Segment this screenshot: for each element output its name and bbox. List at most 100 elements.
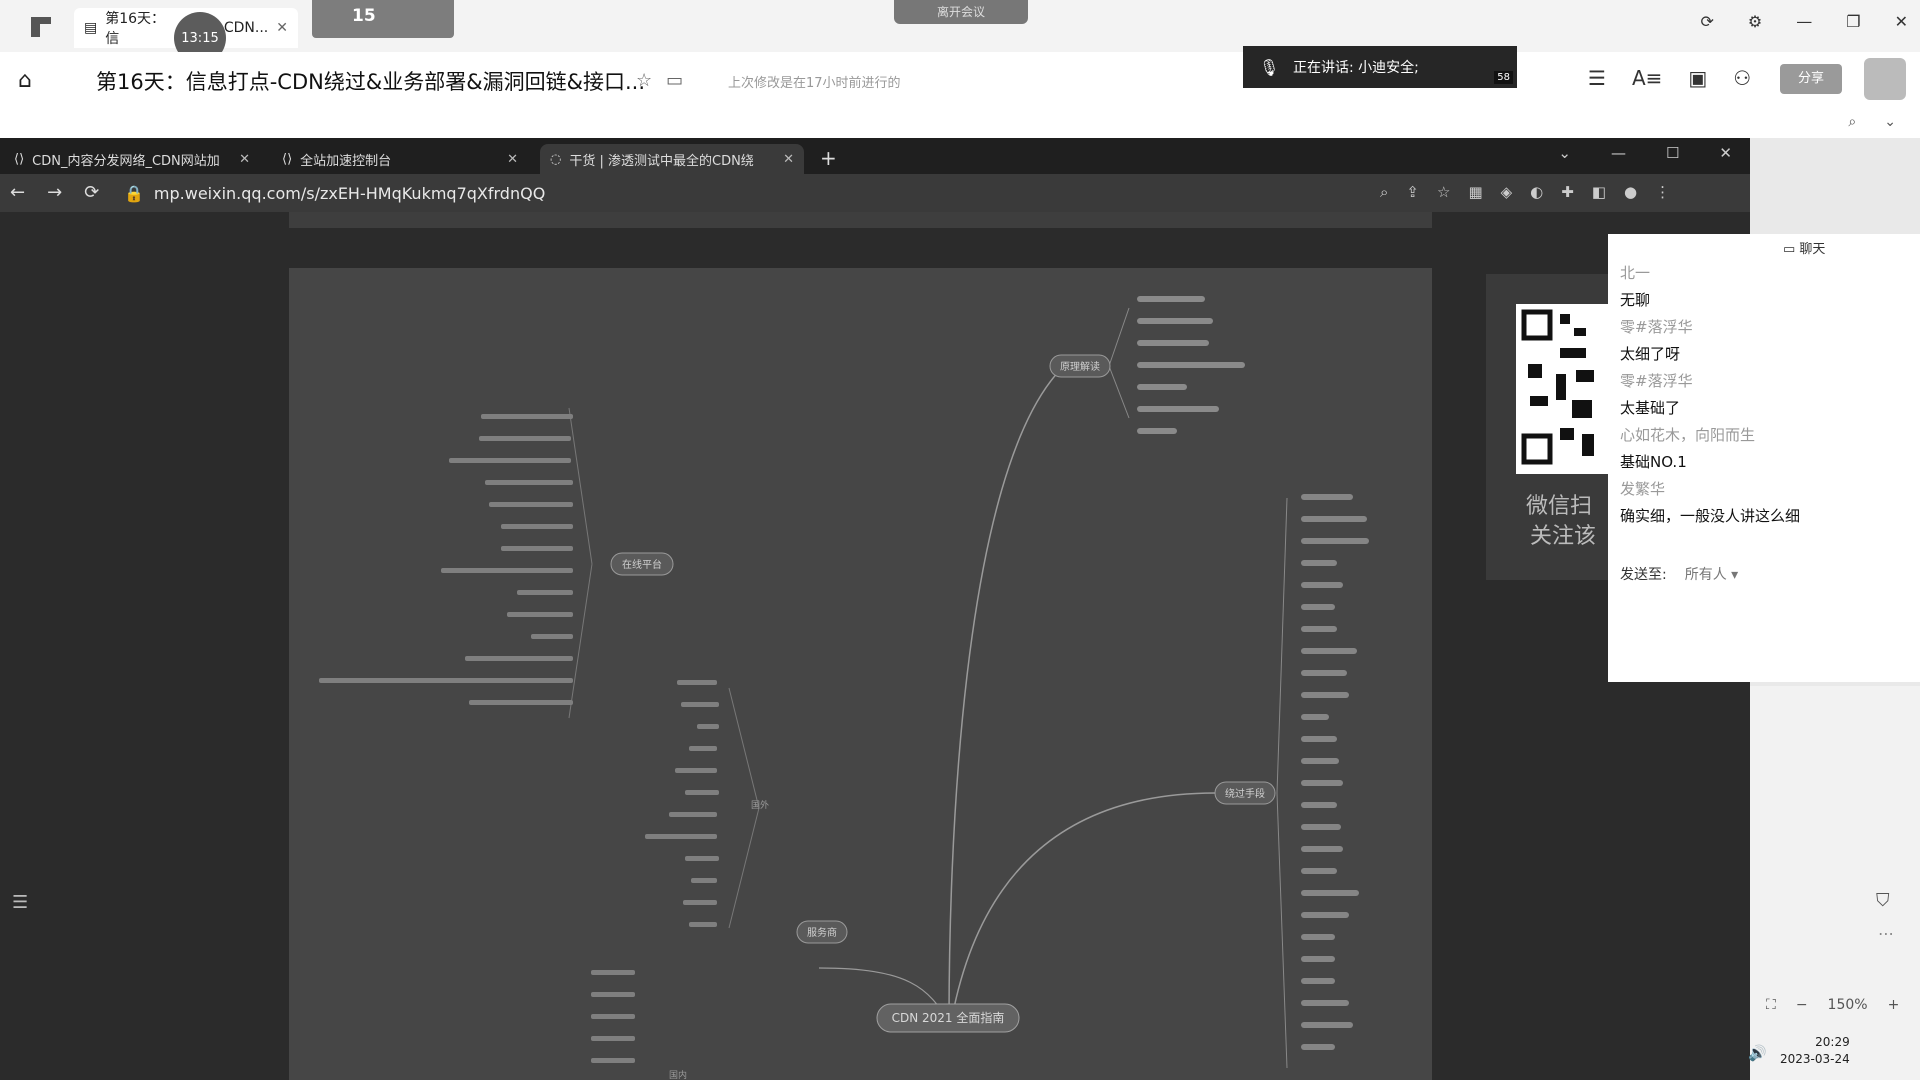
app-logo-icon[interactable] xyxy=(28,14,54,40)
page-content: 原理解读 绕过手段 在线平台 服务商 CDN 2021 全面指南 国外 国内 微… xyxy=(0,212,1750,1080)
fit-screen-icon[interactable]: ⛶ xyxy=(1766,997,1776,1013)
home-icon[interactable]: ⌂ xyxy=(18,68,32,93)
send-to-value: 所有人 xyxy=(1684,567,1727,583)
close-icon[interactable]: ✕ xyxy=(276,20,288,36)
settings-icon[interactable]: ⚙ xyxy=(1748,12,1762,31)
more-icon[interactable]: ⋮ xyxy=(1655,183,1670,201)
puzzle-icon[interactable]: ✚ xyxy=(1561,183,1574,201)
doc-header: ⌂ 第16天：信息打点-CDN绕过&业务部署&漏洞回链&接口... ☆ ▭ 上次… xyxy=(0,52,1920,108)
chat-sender: 心如花木，向阳而生 xyxy=(1620,426,1756,444)
shirt-icon[interactable]: ⛉ xyxy=(1876,890,1890,911)
more-icon[interactable]: ⋯ xyxy=(1878,924,1894,943)
share-button[interactable]: 分享 xyxy=(1780,64,1842,94)
qr-code-panel: 微信扫 关注该 xyxy=(1486,274,1610,580)
article-top-strip xyxy=(289,212,1432,228)
loading-icon: ◌ xyxy=(550,151,562,167)
refresh-icon[interactable]: ⟳ xyxy=(1701,12,1714,31)
browser-window-controls: ⌄ — ☐ ✕ xyxy=(1558,144,1732,162)
send-to-select[interactable]: 所有人 ▾ xyxy=(1685,564,1738,584)
chat-sender: 零#落浮华 xyxy=(1620,318,1693,336)
profile-icon[interactable]: ● xyxy=(1624,183,1637,201)
chat-message: 无聊 xyxy=(1620,291,1651,309)
browser-tab-3[interactable]: ◌ 干货 | 渗透测试中最全的CDN绕 ✕ xyxy=(540,144,804,174)
sidebar-icon[interactable]: ◧ xyxy=(1592,183,1606,201)
outer-window-controls: ⟳ ⚙ — ❐ ✕ xyxy=(1701,12,1909,31)
close-tab-icon[interactable]: ✕ xyxy=(783,152,794,167)
clock-date: 2023-03-24 xyxy=(1780,1052,1850,1066)
extension-icon[interactable]: ◈ xyxy=(1501,183,1513,201)
restore-icon[interactable]: ❐ xyxy=(1846,12,1860,31)
share-icon[interactable]: ⇪ xyxy=(1406,183,1419,201)
bookmark-star-icon[interactable]: ☆ xyxy=(1437,183,1450,201)
avatar[interactable] xyxy=(1864,58,1906,100)
mini-video-badge[interactable]: 15 xyxy=(312,0,454,38)
reload-icon[interactable]: ⟳ xyxy=(84,182,99,203)
mic-icon: 🎙 xyxy=(1259,57,1280,77)
doc-tab-icon: ▤ xyxy=(84,20,98,36)
zoom-in-icon[interactable]: + xyxy=(1888,997,1900,1013)
volume-icon[interactable]: 🔊 xyxy=(1748,1044,1767,1062)
doc-tab-title-tail: CDN... xyxy=(223,20,269,36)
chevron-down-icon[interactable]: ⌄ xyxy=(1884,114,1896,130)
branch-connector xyxy=(948,365,1065,1024)
chat-message-list: 北一 无聊 零#落浮华 太细了呀 零#落浮华 太基础了 心如花木，向阳而生 基础… xyxy=(1620,262,1800,532)
chat-sender: 发繁华 xyxy=(1620,480,1666,498)
extension-icon[interactable]: ◐ xyxy=(1530,183,1543,201)
outer-title-bar: ▤ 第16天：信 CDN... ✕ 13:15 15 离开会议 ⟳ ⚙ — ❐ … xyxy=(0,0,1920,64)
leaf-connector xyxy=(1276,497,1288,1069)
present-icon[interactable]: ▣ xyxy=(1688,66,1707,90)
doc-title[interactable]: 第16天：信息打点-CDN绕过&业务部署&漏洞回链&接口... xyxy=(96,66,645,96)
qr-caption-line1: 微信扫 xyxy=(1526,494,1593,519)
mindmap-svg: 原理解读 绕过手段 在线平台 服务商 CDN 2021 全面指南 国外 国内 xyxy=(319,296,1369,1080)
close-tab-icon[interactable]: ✕ xyxy=(507,152,518,167)
send-to-label: 发送至: xyxy=(1620,567,1667,583)
chat-icon: ▭ xyxy=(1783,242,1800,257)
nav-buttons: ← → ⟳ xyxy=(10,182,99,203)
folder-icon[interactable]: ▭ xyxy=(666,70,683,91)
zoom-icon[interactable]: ⌕ xyxy=(1380,183,1388,201)
minimize-icon[interactable]: — xyxy=(1611,144,1626,162)
mindmap-label-top-right: 原理解读 xyxy=(1060,360,1100,373)
collaborator-icon[interactable]: ⚇ xyxy=(1733,66,1751,90)
star-icon[interactable]: ☆ xyxy=(636,70,652,91)
qr-code-image xyxy=(1516,304,1610,474)
leaf-connector xyxy=(1108,307,1130,419)
leave-meeting-button[interactable]: 离开会议 xyxy=(894,0,1028,24)
menu-icon[interactable]: ☰ xyxy=(1588,66,1606,90)
mini-badge-number: 15 xyxy=(352,6,376,26)
close-tab-icon[interactable]: ✕ xyxy=(239,152,250,167)
outline-list-icon[interactable]: ☰ xyxy=(12,892,28,913)
doc-toolbar: ⌕ ⌄ xyxy=(0,108,1920,138)
back-icon[interactable]: ← xyxy=(10,182,25,203)
chat-title: 聊天 xyxy=(1799,242,1826,257)
browser-tab-2[interactable]: ⟨⟩ 全站加速控制台 ✕ xyxy=(272,144,528,174)
tab-title: CDN_内容分发网络_CDN网站加 xyxy=(32,153,220,169)
search-icon[interactable]: ⌕ xyxy=(1848,114,1856,130)
url-field[interactable]: 🔒 mp.weixin.qq.com/s/zxEH-HMqKukmq7qXfrd… xyxy=(120,180,1370,206)
chat-sender: 零#落浮华 xyxy=(1620,372,1693,390)
new-tab-icon[interactable]: + xyxy=(820,146,837,170)
leaf-connector xyxy=(568,407,593,719)
system-clock[interactable]: 20:29 2023-03-24 xyxy=(1780,1034,1850,1068)
browser-tab-1[interactable]: ⟨⟩ CDN_内容分发网络_CDN网站加 ✕ xyxy=(4,144,260,174)
tab-title: 全站加速控制台 xyxy=(300,153,392,169)
clock-time: 20:29 xyxy=(1815,1035,1850,1049)
close-window-icon[interactable]: ✕ xyxy=(1895,12,1908,31)
leaf-label-blur-group xyxy=(1137,296,1245,434)
chat-panel: ▭ 聊天 北一 无聊 零#落浮华 太细了呀 零#落浮华 太基础了 心如花木，向阳… xyxy=(1608,234,1920,682)
maximize-icon[interactable]: ☐ xyxy=(1666,144,1679,162)
page-icon: ⟨⟩ xyxy=(14,151,25,167)
close-window-icon[interactable]: ✕ xyxy=(1719,144,1732,162)
font-size-icon[interactable]: A≡ xyxy=(1632,66,1662,90)
qr-caption-line2: 关注该 xyxy=(1530,524,1597,549)
minimize-icon[interactable]: — xyxy=(1796,12,1812,31)
toolbar-right: ⌕ ⌄ xyxy=(1848,114,1896,130)
right-leaf-blur-group xyxy=(1301,494,1369,1050)
extension-icon[interactable]: ▦ xyxy=(1468,183,1482,201)
zoom-out-icon[interactable]: − xyxy=(1796,997,1808,1013)
forward-icon[interactable]: → xyxy=(47,182,62,203)
chat-message: 太基础了 xyxy=(1620,399,1681,417)
tab-list-icon[interactable]: ⌄ xyxy=(1558,144,1571,162)
participant-count: 58 xyxy=(1494,71,1513,84)
mindmap-label-small: 国内 xyxy=(669,1069,687,1080)
